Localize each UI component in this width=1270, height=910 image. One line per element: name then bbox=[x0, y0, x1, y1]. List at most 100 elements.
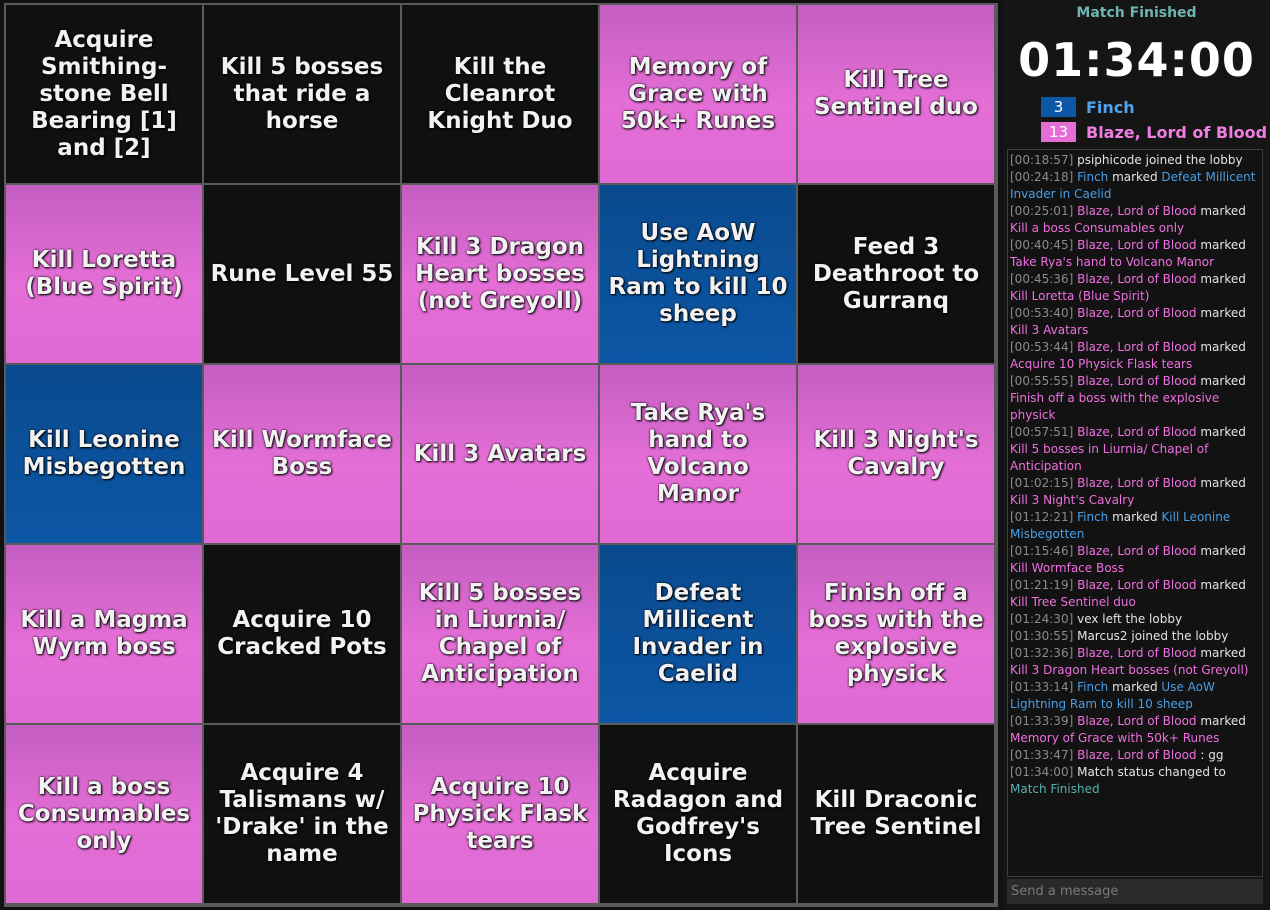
bingo-cell[interactable]: Kill Wormface Boss bbox=[204, 365, 400, 543]
log-user: Blaze, Lord of Blood bbox=[1077, 476, 1197, 490]
bingo-cell[interactable]: Finish off a boss with the explosive phy… bbox=[798, 545, 994, 723]
message-input[interactable] bbox=[1007, 879, 1263, 904]
log-timestamp: [00:55:55] bbox=[1010, 374, 1074, 388]
log-entry: [01:02:15] Blaze, Lord of Blood marked K… bbox=[1010, 475, 1260, 509]
bingo-cell[interactable]: Defeat Millicent Invader in Caelid bbox=[600, 545, 796, 723]
log-action: marked bbox=[1108, 510, 1162, 524]
bingo-cell[interactable]: Feed 3 Deathroot to Gurranq bbox=[798, 185, 994, 363]
bingo-cell[interactable]: Use AoW Lightning Ram to kill 10 sheep bbox=[600, 185, 796, 363]
log-entry: [00:53:40] Blaze, Lord of Blood marked K… bbox=[1010, 305, 1260, 339]
log-user: vex bbox=[1077, 612, 1099, 626]
log-action: left the lobby bbox=[1098, 612, 1183, 626]
log-entry: [00:53:44] Blaze, Lord of Blood marked A… bbox=[1010, 339, 1260, 373]
log-goal: Kill Tree Sentinel duo bbox=[1010, 595, 1136, 609]
bingo-cell-label: Feed 3 Deathroot to Gurranq bbox=[812, 233, 980, 314]
bingo-cell[interactable]: Take Rya's hand to Volcano Manor bbox=[600, 365, 796, 543]
log-user: Blaze, Lord of Blood bbox=[1077, 544, 1197, 558]
log-user: Finch bbox=[1077, 510, 1109, 524]
bingo-cell-label: Use AoW Lightning Ram to kill 10 sheep bbox=[608, 220, 788, 327]
log-action: marked bbox=[1196, 714, 1250, 728]
bingo-cell[interactable]: Rune Level 55 bbox=[204, 185, 400, 363]
player-finch[interactable]: 3 Finch bbox=[1041, 97, 1135, 117]
bingo-cell[interactable]: Acquire 10 Physick Flask tears bbox=[402, 725, 598, 903]
log-action: marked bbox=[1196, 476, 1250, 490]
log-goal: Kill 5 bosses in Liurnia/ Chapel of Anti… bbox=[1010, 442, 1209, 473]
bingo-cell[interactable]: Kill 3 Night's Cavalry bbox=[798, 365, 994, 543]
log-user: Blaze, Lord of Blood bbox=[1077, 646, 1197, 660]
bingo-cell[interactable]: Acquire 4 Talismans w/ 'Drake' in the na… bbox=[204, 725, 400, 903]
log-timestamp: [01:33:47] bbox=[1010, 748, 1074, 762]
log-goal: Kill a boss Consumables only bbox=[1010, 221, 1185, 235]
bingo-cell-label: Kill 5 bosses in Liurnia/ Chapel of Anti… bbox=[418, 580, 582, 687]
bingo-cell[interactable]: Kill a boss Consumables only bbox=[6, 725, 202, 903]
log-action: marked bbox=[1196, 544, 1250, 558]
log-action: marked bbox=[1196, 578, 1250, 592]
log-entry: [01:24:30] vex left the lobby bbox=[1010, 611, 1260, 628]
bingo-cell-label: Memory of Grace with 50k+ Runes bbox=[620, 53, 776, 134]
bingo-cell-label: Rune Level 55 bbox=[210, 260, 394, 287]
bingo-cell-label: Kill a boss Consumables only bbox=[17, 773, 191, 854]
log-user: Blaze, Lord of Blood bbox=[1077, 425, 1197, 439]
bingo-cell[interactable]: Kill 3 Dragon Heart bosses (not Greyoll) bbox=[402, 185, 598, 363]
bingo-cell-label: Take Rya's hand to Volcano Manor bbox=[630, 400, 766, 507]
player-score: 13 bbox=[1041, 122, 1076, 142]
bingo-cell-label: Acquire Smithing-stone Bell Bearing [1] … bbox=[31, 26, 177, 161]
bingo-cell-label: Kill 3 Dragon Heart bosses (not Greyoll) bbox=[415, 233, 585, 314]
log-timestamp: [01:33:14] bbox=[1010, 680, 1074, 694]
bingo-cell[interactable]: Kill 5 bosses that ride a horse bbox=[204, 5, 400, 183]
sidebar: Match Finished 01:34:00 3 Finch 13 Blaze… bbox=[1003, 0, 1270, 910]
bingo-cell-label: Kill Draconic Tree Sentinel bbox=[810, 787, 982, 840]
log-entry: [01:15:46] Blaze, Lord of Blood marked K… bbox=[1010, 543, 1260, 577]
bingo-cell-label: Acquire 10 Cracked Pots bbox=[217, 607, 387, 660]
log-goal: Acquire 10 Physick Flask tears bbox=[1010, 357, 1193, 371]
bingo-cell[interactable]: Kill a Magma Wyrm boss bbox=[6, 545, 202, 723]
log-user: Blaze, Lord of Blood bbox=[1077, 340, 1197, 354]
log-entry: [01:33:14] Finch marked Use AoW Lightnin… bbox=[1010, 679, 1260, 713]
log-timestamp: [01:33:39] bbox=[1010, 714, 1074, 728]
player-score: 3 bbox=[1041, 97, 1076, 117]
log-user: psiphicode bbox=[1077, 153, 1142, 167]
log-user: Blaze, Lord of Blood bbox=[1077, 204, 1197, 218]
log-user: Blaze, Lord of Blood bbox=[1077, 238, 1197, 252]
bingo-cell[interactable]: Acquire Smithing-stone Bell Bearing [1] … bbox=[6, 5, 202, 183]
log-goal: Kill Loretta (Blue Spirit) bbox=[1010, 289, 1150, 303]
log-entry: [01:12:21] Finch marked Kill Leonine Mis… bbox=[1010, 509, 1260, 543]
bingo-cell-label: Kill the Cleanrot Knight Duo bbox=[427, 53, 573, 134]
log-action: marked bbox=[1196, 340, 1250, 354]
player-name: Blaze, Lord of Blood bbox=[1086, 122, 1268, 142]
log-timestamp: [01:32:36] bbox=[1010, 646, 1074, 660]
log-action: marked bbox=[1108, 170, 1162, 184]
log-entry: [00:45:36] Blaze, Lord of Blood marked K… bbox=[1010, 271, 1260, 305]
chat-log[interactable]: [00:18:57] psiphicode joined the lobby [0… bbox=[1007, 149, 1263, 877]
log-goal: Memory of Grace with 50k+ Runes bbox=[1010, 731, 1220, 745]
bingo-cell[interactable]: Kill Draconic Tree Sentinel bbox=[798, 725, 994, 903]
log-action: marked bbox=[1196, 272, 1250, 286]
bingo-cell[interactable]: Acquire Radagon and Godfrey's Icons bbox=[600, 725, 796, 903]
log-timestamp: [01:24:30] bbox=[1010, 612, 1074, 626]
bingo-cell[interactable]: Memory of Grace with 50k+ Runes bbox=[600, 5, 796, 183]
log-action: joined the lobby bbox=[1127, 629, 1229, 643]
log-user: Finch bbox=[1077, 680, 1109, 694]
bingo-cell[interactable]: Kill Loretta (Blue Spirit) bbox=[6, 185, 202, 363]
log-user: Match status changed to bbox=[1077, 765, 1226, 779]
log-entry: [01:30:55] Marcus2 joined the lobby bbox=[1010, 628, 1260, 645]
log-entry: [01:34:00] Match status changed to Match… bbox=[1010, 764, 1260, 798]
log-timestamp: [01:21:19] bbox=[1010, 578, 1074, 592]
log-goal: Take Rya's hand to Volcano Manor bbox=[1010, 255, 1215, 269]
log-timestamp: [01:30:55] bbox=[1010, 629, 1074, 643]
bingo-cell-label: Kill Loretta (Blue Spirit) bbox=[25, 247, 183, 300]
log-entry: [01:32:36] Blaze, Lord of Blood marked K… bbox=[1010, 645, 1260, 679]
bingo-cell[interactable]: Kill 3 Avatars bbox=[402, 365, 598, 543]
bingo-cell-label: Kill 5 bosses that ride a horse bbox=[220, 53, 384, 134]
bingo-cell-label: Kill Wormface Boss bbox=[212, 427, 392, 480]
bingo-cell-label: Kill Tree Sentinel duo bbox=[814, 67, 978, 120]
bingo-cell[interactable]: Kill Tree Sentinel duo bbox=[798, 5, 994, 183]
log-goal: Finish off a boss with the explosive phy… bbox=[1010, 391, 1220, 422]
bingo-cell[interactable]: Acquire 10 Cracked Pots bbox=[204, 545, 400, 723]
player-blaze[interactable]: 13 Blaze, Lord of Blood bbox=[1041, 122, 1267, 142]
bingo-cell[interactable]: Kill the Cleanrot Knight Duo bbox=[402, 5, 598, 183]
bingo-cell[interactable]: Kill Leonine Misbegotten bbox=[6, 365, 202, 543]
log-timestamp: [01:12:21] bbox=[1010, 510, 1074, 524]
log-action: marked bbox=[1196, 306, 1250, 320]
bingo-cell[interactable]: Kill 5 bosses in Liurnia/ Chapel of Anti… bbox=[402, 545, 598, 723]
